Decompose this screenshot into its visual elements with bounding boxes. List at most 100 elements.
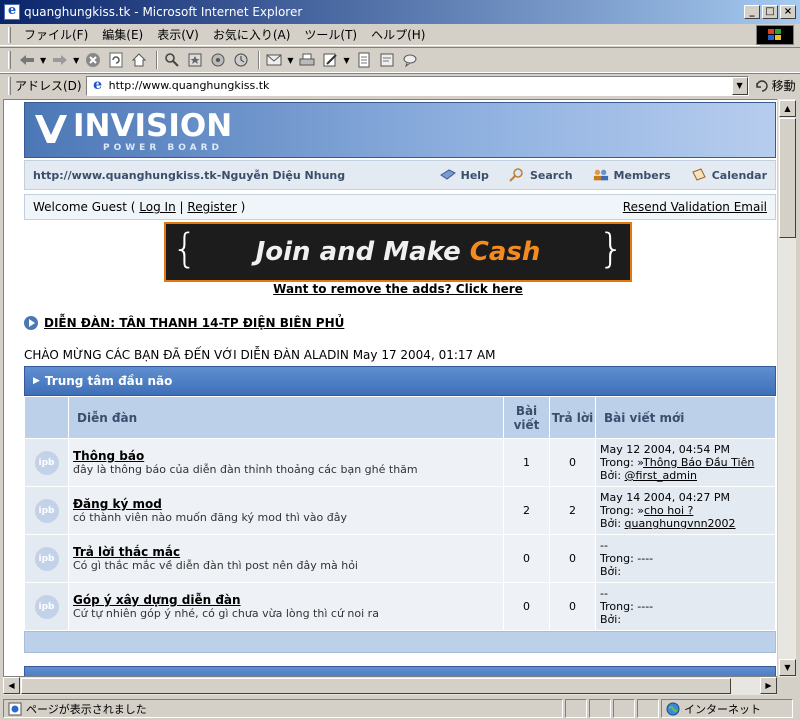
print-icon[interactable] <box>297 50 317 70</box>
forum-description: đây là thông báo của diễn đàn thỉnh thoả… <box>73 463 418 476</box>
forum-name-link[interactable]: Góp ý xây dựng diễn đàn <box>73 593 503 607</box>
edit-dropdown-icon[interactable]: ▼ <box>343 56 349 65</box>
go-button[interactable]: 移動 <box>755 77 796 94</box>
maximize-button[interactable]: □ <box>762 5 778 19</box>
forward-icon[interactable] <box>50 50 70 70</box>
last-post-by-label: Bởi: <box>600 469 625 482</box>
user-separator: | <box>179 200 184 214</box>
go-label: 移動 <box>771 79 796 93</box>
last-post-author-link[interactable]: quanghungvnn2002 <box>625 517 736 530</box>
last-post-in-label: Trong: ---- <box>600 552 654 565</box>
calendar-icon <box>692 168 706 181</box>
menu-tools[interactable]: ツール(T) <box>297 26 364 43</box>
nav-help[interactable]: Help <box>439 168 489 182</box>
horizontal-scroll-thumb[interactable] <box>21 678 731 694</box>
menu-file[interactable]: ファイル(F) <box>17 26 95 43</box>
stop-icon[interactable] <box>83 50 103 70</box>
header-posts: Bài viết <box>503 396 550 439</box>
breadcrumb-forum-link[interactable]: DIỄN ĐÀN: TÂN THANH 14-TP ĐIỆN BIÊN PHỦ <box>44 316 344 330</box>
login-link[interactable]: Log In <box>139 200 175 214</box>
messenger-icon[interactable] <box>400 50 420 70</box>
back-dropdown-icon[interactable]: ▼ <box>40 56 46 65</box>
scroll-up-icon[interactable]: ▲ <box>779 100 796 117</box>
last-post-date: -- <box>600 539 608 552</box>
ipb-forum-icon: ipb <box>34 546 59 571</box>
close-button[interactable]: × <box>780 5 796 19</box>
register-link[interactable]: Register <box>187 200 236 214</box>
nav-calendar-label[interactable]: Calendar <box>712 169 767 182</box>
forum-icon-cell: ipb <box>24 486 69 535</box>
vertical-scroll-thumb[interactable] <box>779 118 796 238</box>
edit-icon[interactable] <box>320 50 340 70</box>
menu-favorites[interactable]: お気に入り(A) <box>206 26 298 43</box>
refresh-icon[interactable] <box>106 50 126 70</box>
toolbar-separator <box>258 51 261 69</box>
banner-text: Join and Make Cash <box>256 237 541 267</box>
forum-category: ▶ Trung tâm đầu não Diễn đàn Bài viết Tr… <box>24 366 776 653</box>
ipb-forum-icon: ipb <box>34 498 59 523</box>
ad-banner[interactable]: { Join and Make Cash } <box>164 222 632 282</box>
status-cell <box>613 699 635 718</box>
nav-calendar[interactable]: Calendar <box>691 168 767 182</box>
toolbar-separator <box>156 51 159 69</box>
invision-logo-icon <box>35 115 67 143</box>
forward-dropdown-icon[interactable]: ▼ <box>73 56 79 65</box>
scroll-left-icon[interactable]: ◀ <box>3 677 20 694</box>
menu-edit[interactable]: 編集(E) <box>95 26 150 43</box>
nav-search-label[interactable]: Search <box>530 169 573 182</box>
forum-cell: Trả lời thắc mắc Có gì thắc mắc về diễn … <box>68 534 504 583</box>
resend-validation-link[interactable]: Resend Validation Email <box>623 200 767 214</box>
vertical-scrollbar[interactable]: ▲ ▼ <box>777 99 796 677</box>
last-post-in-label: Trong: ---- <box>600 600 654 613</box>
forum-description: Cứ tự nhiên góp ý nhé, có gì chưa vừa lò… <box>73 607 379 620</box>
nav-search[interactable]: Search <box>509 168 573 182</box>
research-icon[interactable] <box>377 50 397 70</box>
discuss-icon[interactable] <box>354 50 374 70</box>
horizontal-scrollbar[interactable]: ◀ ▶ <box>3 677 777 695</box>
forum-name-link[interactable]: Đăng ký mod <box>73 497 503 511</box>
last-post-by-label: Bởi: <box>600 613 622 626</box>
address-url[interactable]: http://www.quanghungkiss.tk <box>109 79 270 92</box>
category-header[interactable]: ▶ Trung tâm đầu não <box>24 366 776 396</box>
forum-cell: Đăng ký mod có thành viên nào muốn đăng … <box>68 486 504 535</box>
forum-table: Diễn đàn Bài viết Trả lời Bài viết mới i… <box>24 396 776 631</box>
media-icon[interactable] <box>208 50 228 70</box>
header-forum: Diễn đàn <box>68 396 504 439</box>
menu-view[interactable]: 表示(V) <box>150 26 206 43</box>
header-replies: Trả lời <box>549 396 596 439</box>
address-label: アドレス(D) <box>15 79 82 93</box>
address-dropdown-icon[interactable]: ▼ <box>731 76 748 95</box>
nav-help-label[interactable]: Help <box>461 169 489 182</box>
remove-ads-link[interactable]: Want to remove the adds? Click here <box>273 282 523 296</box>
mail-dropdown-icon[interactable]: ▼ <box>287 56 293 65</box>
welcome-message: CHÀO MỪNG CÁC BẠN ĐÃ ĐẾN VỚI DIỄN ĐÀN AL… <box>24 348 496 362</box>
minimize-button[interactable]: _ <box>744 5 760 19</box>
favorites-icon[interactable] <box>185 50 205 70</box>
last-post-topic-link[interactable]: cho hoi ? <box>644 504 693 517</box>
history-icon[interactable] <box>231 50 251 70</box>
nav-members-label[interactable]: Members <box>614 169 671 182</box>
scroll-right-icon[interactable]: ▶ <box>760 677 777 694</box>
home-icon[interactable] <box>129 50 149 70</box>
forum-description: có thành viên nào muốn đăng ký mod thì v… <box>73 511 347 524</box>
forum-table-header: Diễn đàn Bài viết Trả lời Bài viết mới <box>24 396 776 439</box>
last-post-author-link[interactable]: @first_admin <box>625 469 697 482</box>
nav-members[interactable]: Members <box>593 168 671 182</box>
status-cell <box>565 699 587 718</box>
address-input[interactable]: e http://www.quanghungkiss.tk ▼ <box>85 75 749 96</box>
category-title[interactable]: Trung tâm đầu não <box>45 374 172 388</box>
breadcrumb: DIỄN ĐÀN: TÂN THANH 14-TP ĐIỆN BIÊN PHỦ <box>24 316 344 330</box>
scroll-down-icon[interactable]: ▼ <box>779 659 796 676</box>
mail-icon[interactable] <box>264 50 284 70</box>
last-post-topic-link[interactable]: Thông Báo Đầu Tiên <box>643 456 754 469</box>
search-icon[interactable] <box>162 50 182 70</box>
forum-name-link[interactable]: Thông báo <box>73 449 503 463</box>
forum-name-link[interactable]: Trả lời thắc mắc <box>73 545 503 559</box>
back-icon[interactable] <box>17 50 37 70</box>
table-row: ipb Đăng ký mod có thành viên nào muốn đ… <box>24 486 776 535</box>
header-last-post: Bài viết mới <box>595 396 776 439</box>
menu-help[interactable]: ヘルプ(H) <box>364 26 432 43</box>
last-post-cell: May 12 2004, 04:54 PM Trong: »Thông Báo … <box>595 438 776 487</box>
posts-count: 0 <box>503 582 550 631</box>
members-icon <box>593 169 608 181</box>
